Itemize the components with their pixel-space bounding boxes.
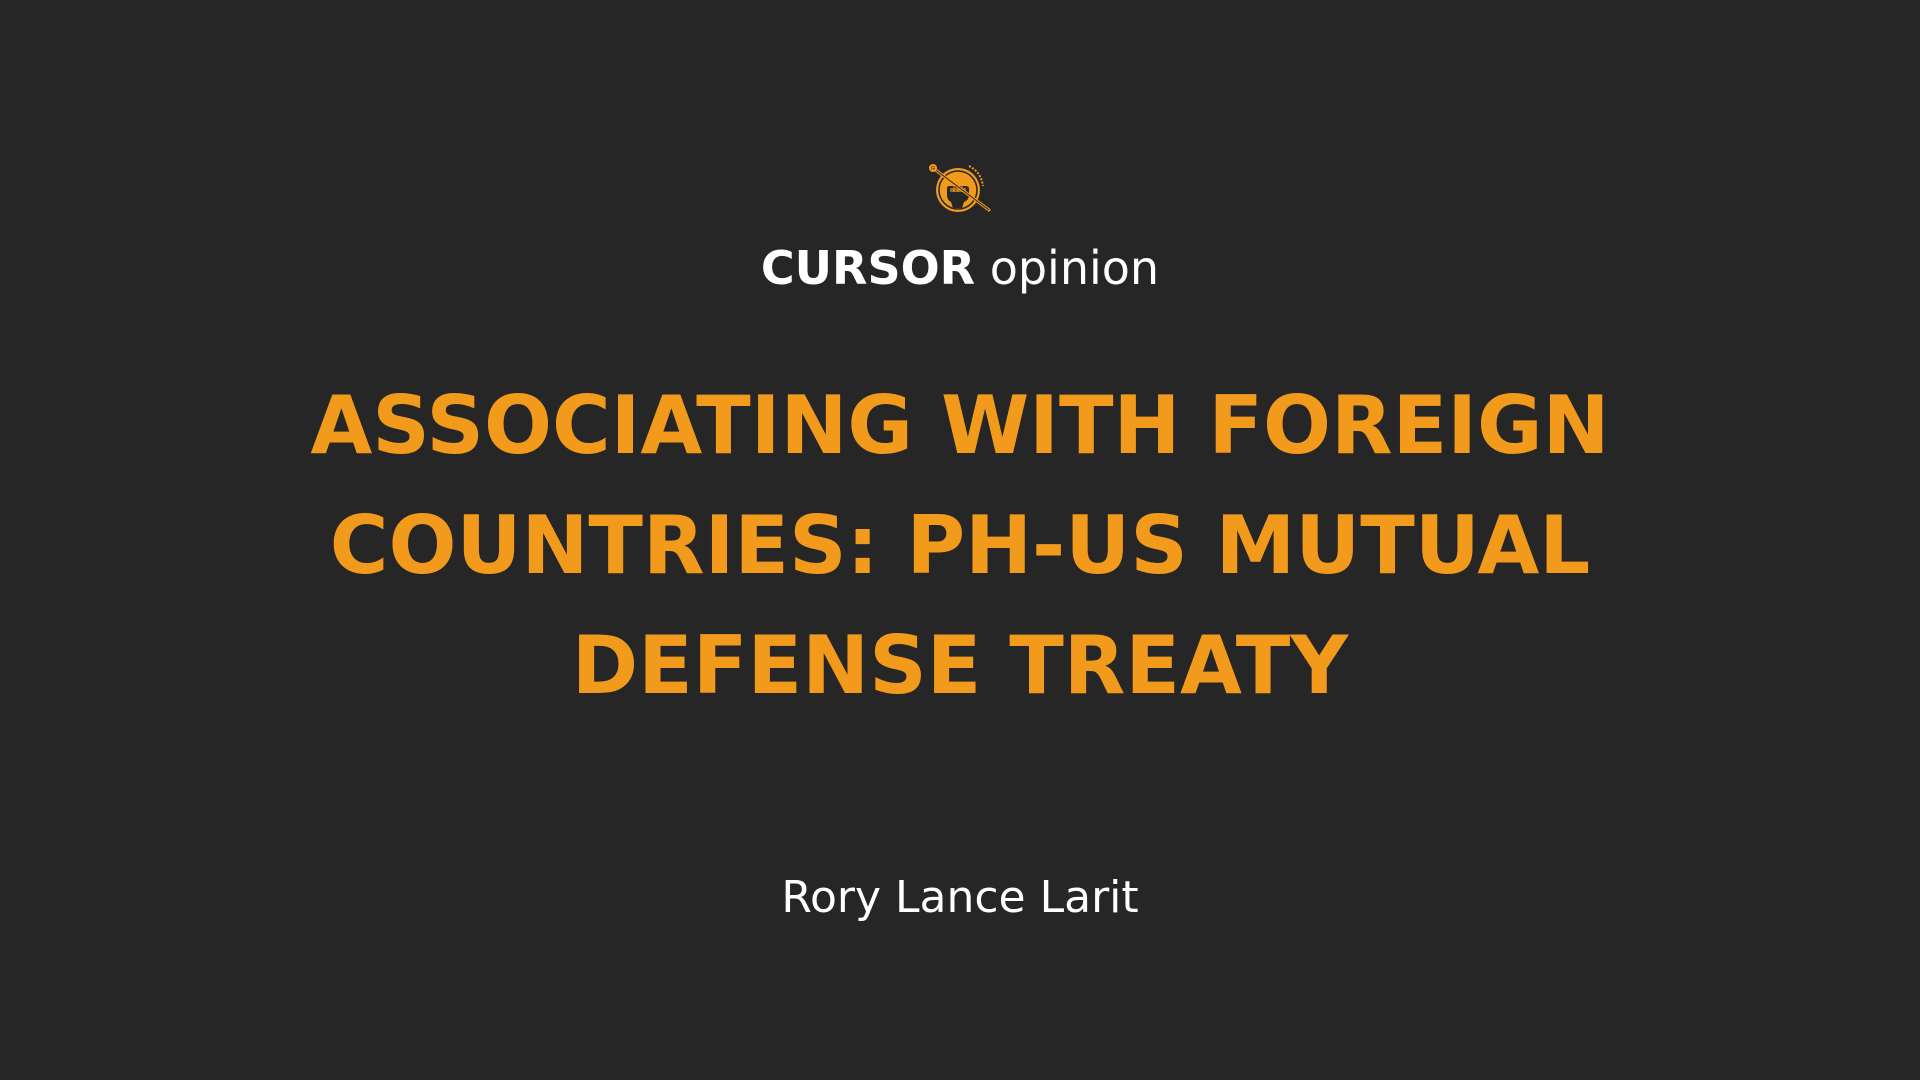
article-cover: CURSOR opinion ASSOCIATING WITH FOREIGN … bbox=[0, 0, 1920, 1080]
headline-line-2: COUNTRIES: PH-US MUTUAL bbox=[329, 499, 1591, 592]
fist-pen-emblem-icon bbox=[929, 164, 991, 212]
masthead-section: opinion bbox=[989, 241, 1160, 295]
masthead-brand: CURSOR bbox=[760, 241, 976, 295]
headline-line-1: ASSOCIATING WITH FOREIGN bbox=[310, 379, 1610, 472]
headline-line-3: DEFENSE TREATY bbox=[571, 619, 1349, 712]
publication-masthead: CURSOR opinion bbox=[0, 236, 1920, 300]
article-headline: ASSOCIATING WITH FOREIGN COUNTRIES: PH-U… bbox=[160, 366, 1760, 726]
author-name: Rory Lance Larit bbox=[781, 872, 1139, 923]
logo bbox=[0, 158, 1920, 218]
